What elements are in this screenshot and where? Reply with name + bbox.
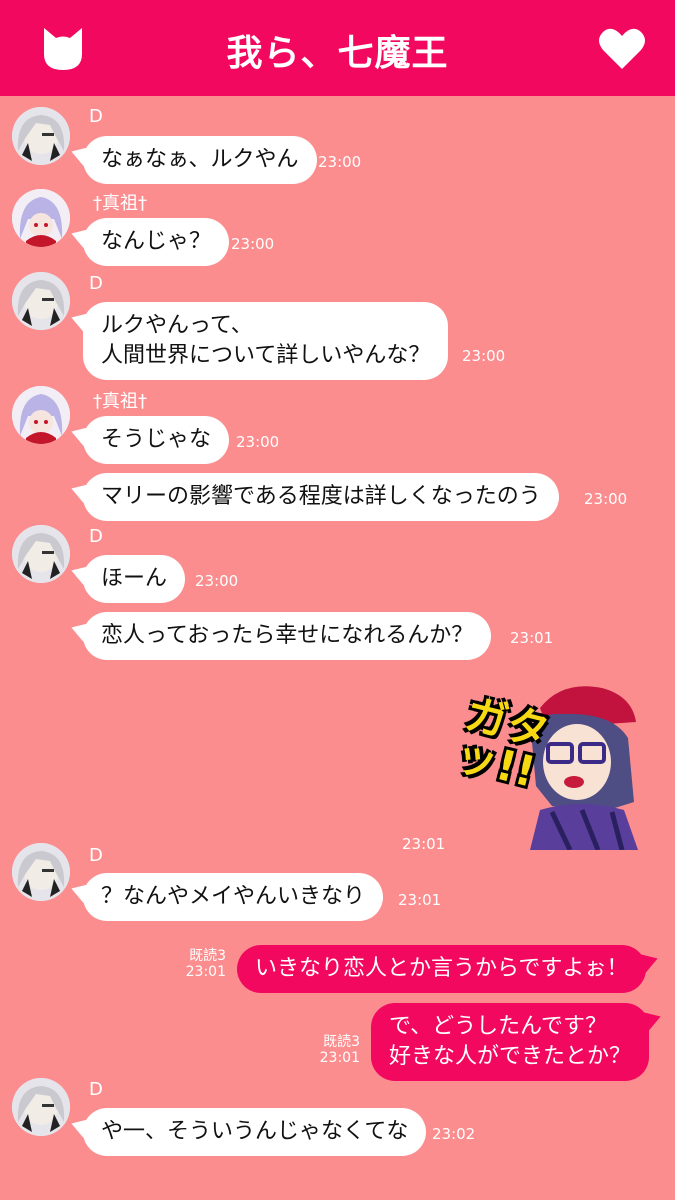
- read-receipt: 既読3 23:01: [180, 948, 226, 980]
- avatar-shinso[interactable]: [12, 189, 70, 247]
- message-time: 23:01: [398, 891, 442, 909]
- message-bubble-outgoing[interactable]: で、どうしたんです？ 好きな人ができたとか？: [371, 1003, 664, 1081]
- avatar-shinso[interactable]: [12, 386, 70, 444]
- message-text: や一、そういうんじゃなくてな: [101, 1119, 409, 1144]
- sender-name: †真祖†: [93, 391, 147, 412]
- message-text-line: で、どうしたんです？: [389, 1014, 608, 1039]
- message-text: いきなり恋人とか言うからですよぉ！: [255, 956, 629, 981]
- message-text-line: ルクやんって、: [101, 313, 253, 338]
- sender-name: D: [89, 845, 103, 866]
- avatar-d[interactable]: [12, 272, 70, 330]
- message-time: 23:00: [236, 433, 280, 451]
- message-bubble[interactable]: なんじゃ？: [68, 218, 230, 266]
- message-time: 23:02: [432, 1125, 476, 1143]
- sender-name: D: [89, 273, 103, 294]
- avatar-d[interactable]: [12, 1078, 70, 1136]
- message-text-line: 人間世界について詳しいやんな？: [101, 343, 431, 368]
- message-text: ？なんやメイやんいきなり: [101, 884, 366, 909]
- message-bubble-outgoing[interactable]: いきなり恋人とか言うからですよぉ！: [237, 945, 662, 993]
- message-bubble[interactable]: や一、そういうんじゃなくてな: [68, 1108, 427, 1156]
- message-text: そうじゃな: [101, 427, 212, 452]
- avatar-d[interactable]: [12, 525, 70, 583]
- message-time: 23:00: [584, 490, 628, 508]
- message-bubble[interactable]: ？なんやメイやんいきなり: [68, 873, 384, 921]
- sender-name: †真祖†: [93, 193, 147, 214]
- message-time: 23:01: [510, 629, 554, 647]
- sender-name: D: [89, 1079, 103, 1100]
- avatar-d[interactable]: [12, 107, 70, 165]
- message-bubble[interactable]: 恋人っておったら幸せになれるんか？: [68, 612, 492, 660]
- message-time: 23:00: [462, 347, 506, 365]
- message-text: 恋人っておったら幸せになれるんか？: [101, 623, 474, 648]
- message-time: 23:01: [402, 835, 446, 853]
- message-time: 23:01: [319, 1050, 360, 1066]
- message-time: 23:01: [185, 964, 226, 980]
- chat-header: 我ら、七魔王: [0, 0, 675, 96]
- avatar-d[interactable]: [12, 843, 70, 901]
- message-time: 23:00: [195, 572, 239, 590]
- message-bubble[interactable]: ほーん: [68, 555, 186, 603]
- message-bubble[interactable]: なぁなぁ、ルクやん: [68, 136, 317, 184]
- read-count: 既読3: [189, 948, 226, 964]
- sender-name: D: [89, 106, 103, 127]
- read-receipt: 既読3 23:01: [314, 1034, 360, 1066]
- message-bubble[interactable]: ルクやんって、 人間世界について詳しいやんな？: [68, 302, 449, 380]
- chat-title: 我ら、七魔王: [226, 33, 449, 74]
- read-count: 既読3: [323, 1034, 360, 1050]
- message-text: ほーん: [101, 566, 168, 591]
- message-time: 23:00: [231, 235, 275, 253]
- message-text: なぁなぁ、ルクやん: [101, 147, 299, 172]
- message-text: なんじゃ？: [101, 229, 212, 254]
- sender-name: D: [89, 526, 103, 547]
- message-text-line: 好きな人ができたとか？: [389, 1044, 632, 1069]
- message-text: マリーの影響である程度は詳しくなったのう: [101, 484, 541, 509]
- heart-icon[interactable]: [597, 24, 647, 74]
- message-bubble[interactable]: そうじゃな: [68, 416, 230, 464]
- message-time: 23:00: [318, 153, 362, 171]
- message-bubble[interactable]: マリーの影響である程度は詳しくなったのう: [68, 473, 559, 521]
